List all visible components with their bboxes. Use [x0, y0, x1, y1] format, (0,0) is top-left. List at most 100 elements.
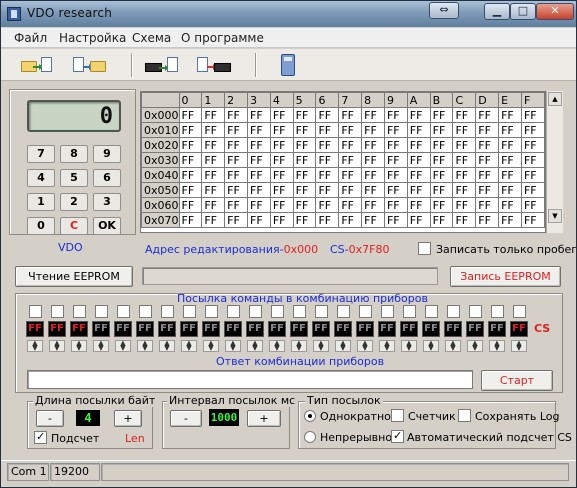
- byte-spinner[interactable]: ▲ ▼: [137, 340, 153, 352]
- continuous-radio[interactable]: [304, 431, 316, 443]
- byte-value[interactable]: FF: [180, 321, 198, 337]
- hex-cell[interactable]: FF: [338, 167, 363, 183]
- hex-cell[interactable]: FF: [292, 137, 317, 153]
- calc-key[interactable]: C: [60, 217, 88, 235]
- menu-file[interactable]: Файл: [14, 31, 47, 45]
- byte-enable-checkbox[interactable]: [249, 305, 262, 318]
- byte-spinner[interactable]: ▲ ▼: [379, 340, 395, 352]
- byte-spinner[interactable]: ▲ ▼: [291, 340, 307, 352]
- hex-cell[interactable]: FF: [269, 152, 294, 168]
- hex-cell[interactable]: FF: [247, 122, 271, 138]
- byte-value[interactable]: FF: [422, 321, 440, 337]
- hex-cell[interactable]: FF: [520, 152, 545, 168]
- byte-spinner[interactable]: ▲ ▼: [49, 340, 65, 352]
- byte-value[interactable]: FF: [48, 321, 66, 337]
- hex-cell[interactable]: FF: [520, 212, 545, 228]
- menu-about[interactable]: О программе: [181, 31, 264, 45]
- hex-cell[interactable]: FF: [361, 197, 385, 213]
- hex-cell[interactable]: FF: [315, 167, 340, 183]
- byte-value[interactable]: FF: [92, 321, 110, 337]
- hex-cell[interactable]: FF: [429, 152, 454, 168]
- close-button[interactable]: ✕: [536, 3, 574, 20]
- hex-cell[interactable]: FF: [498, 197, 522, 213]
- byte-spinner[interactable]: ▲ ▼: [467, 340, 483, 352]
- byte-spinner[interactable]: ▲ ▼: [445, 340, 461, 352]
- byte-value[interactable]: FF: [334, 321, 352, 337]
- byte-enable-checkbox[interactable]: [403, 305, 416, 318]
- hex-cell[interactable]: FF: [361, 107, 385, 123]
- hex-cell[interactable]: FF: [269, 182, 294, 198]
- hex-cell[interactable]: FF: [498, 152, 522, 168]
- byte-enable-checkbox[interactable]: [161, 305, 174, 318]
- byte-enable-checkbox[interactable]: [51, 305, 64, 318]
- hex-cell[interactable]: FF: [452, 122, 477, 138]
- hex-cell[interactable]: FF: [406, 167, 431, 183]
- hex-cell[interactable]: FF: [383, 122, 408, 138]
- hex-cell[interactable]: FF: [406, 212, 431, 228]
- hex-cell[interactable]: FF: [406, 107, 431, 123]
- byte-spinner[interactable]: ▲ ▼: [423, 340, 439, 352]
- hex-cell[interactable]: FF: [520, 197, 545, 213]
- calc-key[interactable]: 2: [60, 193, 88, 211]
- hex-cell[interactable]: FF: [452, 197, 477, 213]
- hex-cell[interactable]: FF: [315, 197, 340, 213]
- byte-enable-checkbox[interactable]: [359, 305, 372, 318]
- save-log-checkbox[interactable]: [458, 409, 471, 422]
- byte-spinner[interactable]: ▲ ▼: [489, 340, 505, 352]
- byte-value[interactable]: FF: [70, 321, 88, 337]
- hex-cell[interactable]: FF: [224, 152, 248, 168]
- calc-key[interactable]: 8: [60, 145, 88, 163]
- start-button[interactable]: Старт: [481, 370, 553, 391]
- calculator-icon[interactable]: [277, 53, 309, 77]
- minimize-button[interactable]: ▁: [484, 3, 510, 20]
- scroll-down-icon[interactable]: ▼: [548, 209, 562, 223]
- byte-enable-checkbox[interactable]: [513, 305, 526, 318]
- byte-value[interactable]: FF: [268, 321, 286, 337]
- open-to-file-icon[interactable]: [21, 53, 53, 77]
- byte-value[interactable]: FF: [26, 321, 44, 337]
- hex-cell[interactable]: FF: [383, 152, 408, 168]
- calc-key[interactable]: 7: [27, 145, 55, 163]
- hex-cell[interactable]: FF: [178, 122, 203, 138]
- byte-spinner[interactable]: ▲ ▼: [335, 340, 351, 352]
- hex-cell[interactable]: FF: [498, 167, 522, 183]
- hex-cell[interactable]: FF: [178, 137, 203, 153]
- maximize-button[interactable]: □: [510, 3, 536, 20]
- calc-key[interactable]: 3: [93, 193, 121, 211]
- hex-cell[interactable]: FF: [292, 152, 317, 168]
- hex-cell[interactable]: FF: [452, 182, 477, 198]
- hex-cell[interactable]: FF: [361, 212, 385, 228]
- hex-cell[interactable]: FF: [315, 212, 340, 228]
- byte-value[interactable]: FF: [202, 321, 220, 337]
- hex-cell[interactable]: FF: [247, 137, 271, 153]
- calc-key[interactable]: 0: [27, 217, 55, 235]
- hex-cell[interactable]: FF: [383, 197, 408, 213]
- once-radio[interactable]: [304, 410, 316, 422]
- hex-cell[interactable]: FF: [520, 167, 545, 183]
- hex-cell[interactable]: FF: [361, 152, 385, 168]
- hex-cell[interactable]: FF: [292, 122, 317, 138]
- byte-value[interactable]: FF: [114, 321, 132, 337]
- hex-cell[interactable]: FF: [178, 197, 203, 213]
- menu-scheme[interactable]: Схема: [132, 31, 171, 45]
- hex-cell[interactable]: FF: [383, 167, 408, 183]
- calc-key[interactable]: 5: [60, 169, 88, 187]
- hex-cell[interactable]: FF: [383, 107, 408, 123]
- byte-spinner[interactable]: ▲ ▼: [115, 340, 131, 352]
- hex-cell[interactable]: FF: [247, 182, 271, 198]
- byte-value[interactable]: FF: [158, 321, 176, 337]
- hex-cell[interactable]: FF: [201, 182, 226, 198]
- hex-cell[interactable]: FF: [269, 137, 294, 153]
- hex-cell[interactable]: FF: [406, 182, 431, 198]
- byte-value[interactable]: FF: [136, 321, 154, 337]
- hex-cell[interactable]: FF: [452, 152, 477, 168]
- hex-cell[interactable]: FF: [361, 122, 385, 138]
- hex-cell[interactable]: FF: [520, 122, 545, 138]
- hex-cell[interactable]: FF: [201, 122, 226, 138]
- hex-cell[interactable]: FF: [406, 152, 431, 168]
- file-to-chip-icon[interactable]: [197, 53, 231, 77]
- byte-spinner[interactable]: ▲ ▼: [27, 340, 43, 352]
- hex-cell[interactable]: FF: [520, 107, 545, 123]
- calc-key[interactable]: 6: [93, 169, 121, 187]
- interval-plus-button[interactable]: +: [247, 410, 281, 427]
